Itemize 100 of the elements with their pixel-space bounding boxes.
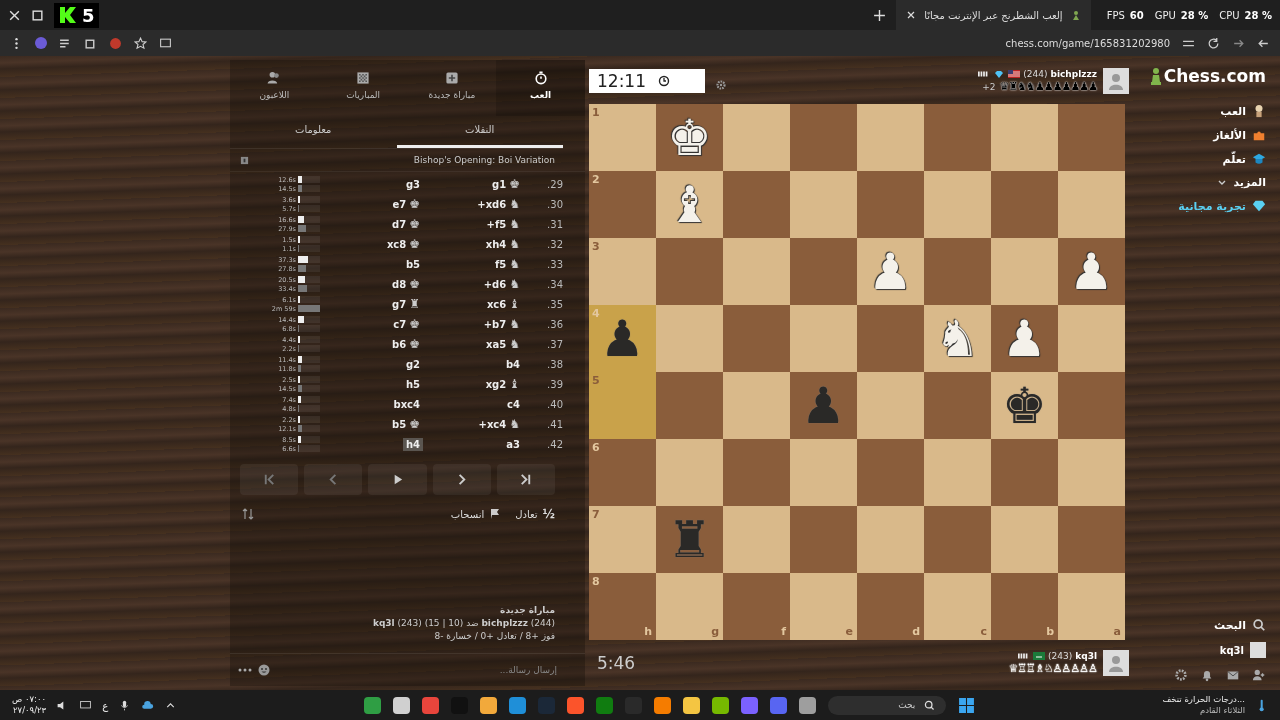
move[interactable]: xc8 ♚ xyxy=(347,236,423,252)
window-icon[interactable] xyxy=(31,8,44,22)
move[interactable]: xc6 ♝ xyxy=(427,296,523,312)
board-square[interactable]: 8 h xyxy=(589,573,656,640)
sidebar-item[interactable]: تعلّم xyxy=(1222,152,1266,166)
bell-icon[interactable] xyxy=(1200,668,1214,682)
close-icon[interactable] xyxy=(906,10,917,20)
board-square[interactable]: ♚ xyxy=(991,372,1058,439)
app-icon[interactable] xyxy=(364,696,382,714)
reload-icon[interactable] xyxy=(1207,36,1220,50)
weather-text[interactable]: درجات الحرارة تنخف... xyxy=(1162,694,1245,705)
move[interactable]: c7 ♚ xyxy=(347,316,423,332)
app-icon[interactable] xyxy=(509,696,527,714)
move[interactable]: xg2 ♝ xyxy=(427,376,523,392)
extension-icon[interactable] xyxy=(109,36,122,50)
move[interactable]: a3 xyxy=(427,437,523,451)
move[interactable]: h5 xyxy=(347,377,423,391)
move[interactable]: e7 ♚ xyxy=(347,196,423,212)
navigation-button[interactable] xyxy=(240,464,299,495)
move[interactable]: c4 xyxy=(427,397,523,411)
navigation-button[interactable] xyxy=(368,464,427,495)
panel-tab[interactable]: معلومات xyxy=(230,116,397,148)
people-icon[interactable] xyxy=(1252,668,1266,682)
system-date[interactable]: ٢٧/٠٩/٢٣ xyxy=(13,705,47,716)
close-icon[interactable] xyxy=(8,8,21,22)
move[interactable]: xh4 ♞ xyxy=(427,236,523,252)
weather-day[interactable]: الثلاثاء القادم xyxy=(1199,705,1245,716)
app-icon[interactable] xyxy=(480,696,498,714)
move[interactable]: g1 ♚ xyxy=(427,176,523,192)
nav-tab[interactable]: المباريات xyxy=(318,60,408,116)
player-name[interactable]: bichplzzz xyxy=(1050,69,1097,79)
move[interactable]: h4 xyxy=(402,437,423,451)
player-avatar[interactable] xyxy=(1103,68,1129,94)
move[interactable]: b4 xyxy=(427,357,523,371)
chat-title: مباراة جديدة xyxy=(500,605,555,615)
profile-avatar[interactable] xyxy=(35,37,47,49)
browser-tab[interactable]: إلعب الشطرنج عبر الإنترنت مجانًا xyxy=(896,0,1091,30)
move[interactable]: f5+ ♞ xyxy=(427,216,523,232)
star-icon[interactable] xyxy=(134,36,147,50)
move[interactable]: xd6+ ♞ xyxy=(427,196,523,212)
player-name[interactable]: kq3l xyxy=(1075,651,1097,661)
address-field[interactable]: chess.com/game/165831202980 xyxy=(1005,37,1170,49)
cloud-icon[interactable] xyxy=(141,698,155,712)
move[interactable]: g7 ♜ xyxy=(347,296,423,312)
move[interactable]: f5 ♞ xyxy=(427,256,523,272)
app-icon[interactable] xyxy=(567,696,585,714)
board-square[interactable]: 6 xyxy=(589,439,656,506)
move[interactable]: d7 ♚ xyxy=(347,216,423,232)
settings-icon[interactable] xyxy=(1174,668,1188,682)
monitor-icon[interactable] xyxy=(79,698,93,712)
user-name[interactable]: kq3l xyxy=(1219,644,1244,656)
nav-tab[interactable]: العب xyxy=(496,60,585,116)
sidebar-item[interactable]: العب xyxy=(1220,104,1266,118)
move[interactable]: b5 xyxy=(347,257,423,271)
board-square[interactable]: ♟ xyxy=(991,305,1058,372)
system-time[interactable]: ٠٧:٠٠ ص xyxy=(12,694,47,705)
chess-piece[interactable]: ♟ xyxy=(1002,310,1047,367)
app-icon[interactable] xyxy=(683,696,701,714)
new-tab-icon[interactable] xyxy=(873,8,887,22)
player-avatar[interactable] xyxy=(1103,650,1129,676)
panel-tab[interactable]: النقلات xyxy=(396,116,563,148)
move[interactable]: g2 xyxy=(347,357,423,371)
chess-piece[interactable]: ♟ xyxy=(1069,243,1114,300)
app-icon[interactable] xyxy=(799,696,817,714)
app-icon[interactable] xyxy=(393,696,411,714)
settings-icon[interactable] xyxy=(715,79,727,91)
search-link[interactable]: البحث xyxy=(1214,618,1266,632)
resign-button[interactable]: انسحاب xyxy=(450,508,502,520)
navigation-button[interactable] xyxy=(496,464,555,495)
windows-logo-icon[interactable] xyxy=(958,696,976,714)
chess-piece[interactable]: ♚ xyxy=(1002,377,1047,434)
move[interactable]: g3 xyxy=(347,177,423,191)
app-icon[interactable] xyxy=(654,696,672,714)
chess-piece[interactable]: ♚ xyxy=(667,109,712,166)
message-field[interactable]: إرسال رسالة... xyxy=(276,660,559,680)
mail-icon[interactable] xyxy=(1226,668,1240,682)
move[interactable]: xa5 ♞ xyxy=(427,336,523,352)
site-logo[interactable]: Chess.com xyxy=(1163,66,1266,86)
board-square[interactable]: ♟ xyxy=(1058,238,1125,305)
flip-board-icon[interactable] xyxy=(242,508,254,520)
language-indicator[interactable]: ع xyxy=(102,699,109,711)
move[interactable]: bxc4 xyxy=(347,397,423,411)
sidebar-item[interactable]: المزيد xyxy=(1217,176,1266,189)
move[interactable]: d6+ ♞ xyxy=(427,276,523,292)
board-square[interactable]: ♚ xyxy=(656,104,723,171)
sidebar-item[interactable]: الألغاز xyxy=(1213,128,1266,142)
move[interactable]: b7+ ♞ xyxy=(427,316,523,332)
move[interactable]: b6 ♚ xyxy=(347,336,423,352)
board-square[interactable]: b xyxy=(991,573,1058,640)
smiley-icon[interactable] xyxy=(258,664,270,676)
move[interactable]: xc4+ ♞ xyxy=(427,416,523,432)
nav-tab[interactable]: مباراة جديدة xyxy=(407,60,497,116)
app-icon[interactable] xyxy=(712,696,730,714)
nav-tab[interactable]: اللاعبون xyxy=(230,60,319,116)
move[interactable]: b5 ♚ xyxy=(347,416,423,432)
more-icon[interactable] xyxy=(238,668,252,672)
move[interactable]: d8 ♚ xyxy=(347,276,423,292)
taskbar-search[interactable]: بحث xyxy=(828,695,947,715)
chess-piece[interactable]: ♟ xyxy=(600,310,645,367)
sidebar-item[interactable]: تجربة مجانية xyxy=(1178,199,1266,213)
